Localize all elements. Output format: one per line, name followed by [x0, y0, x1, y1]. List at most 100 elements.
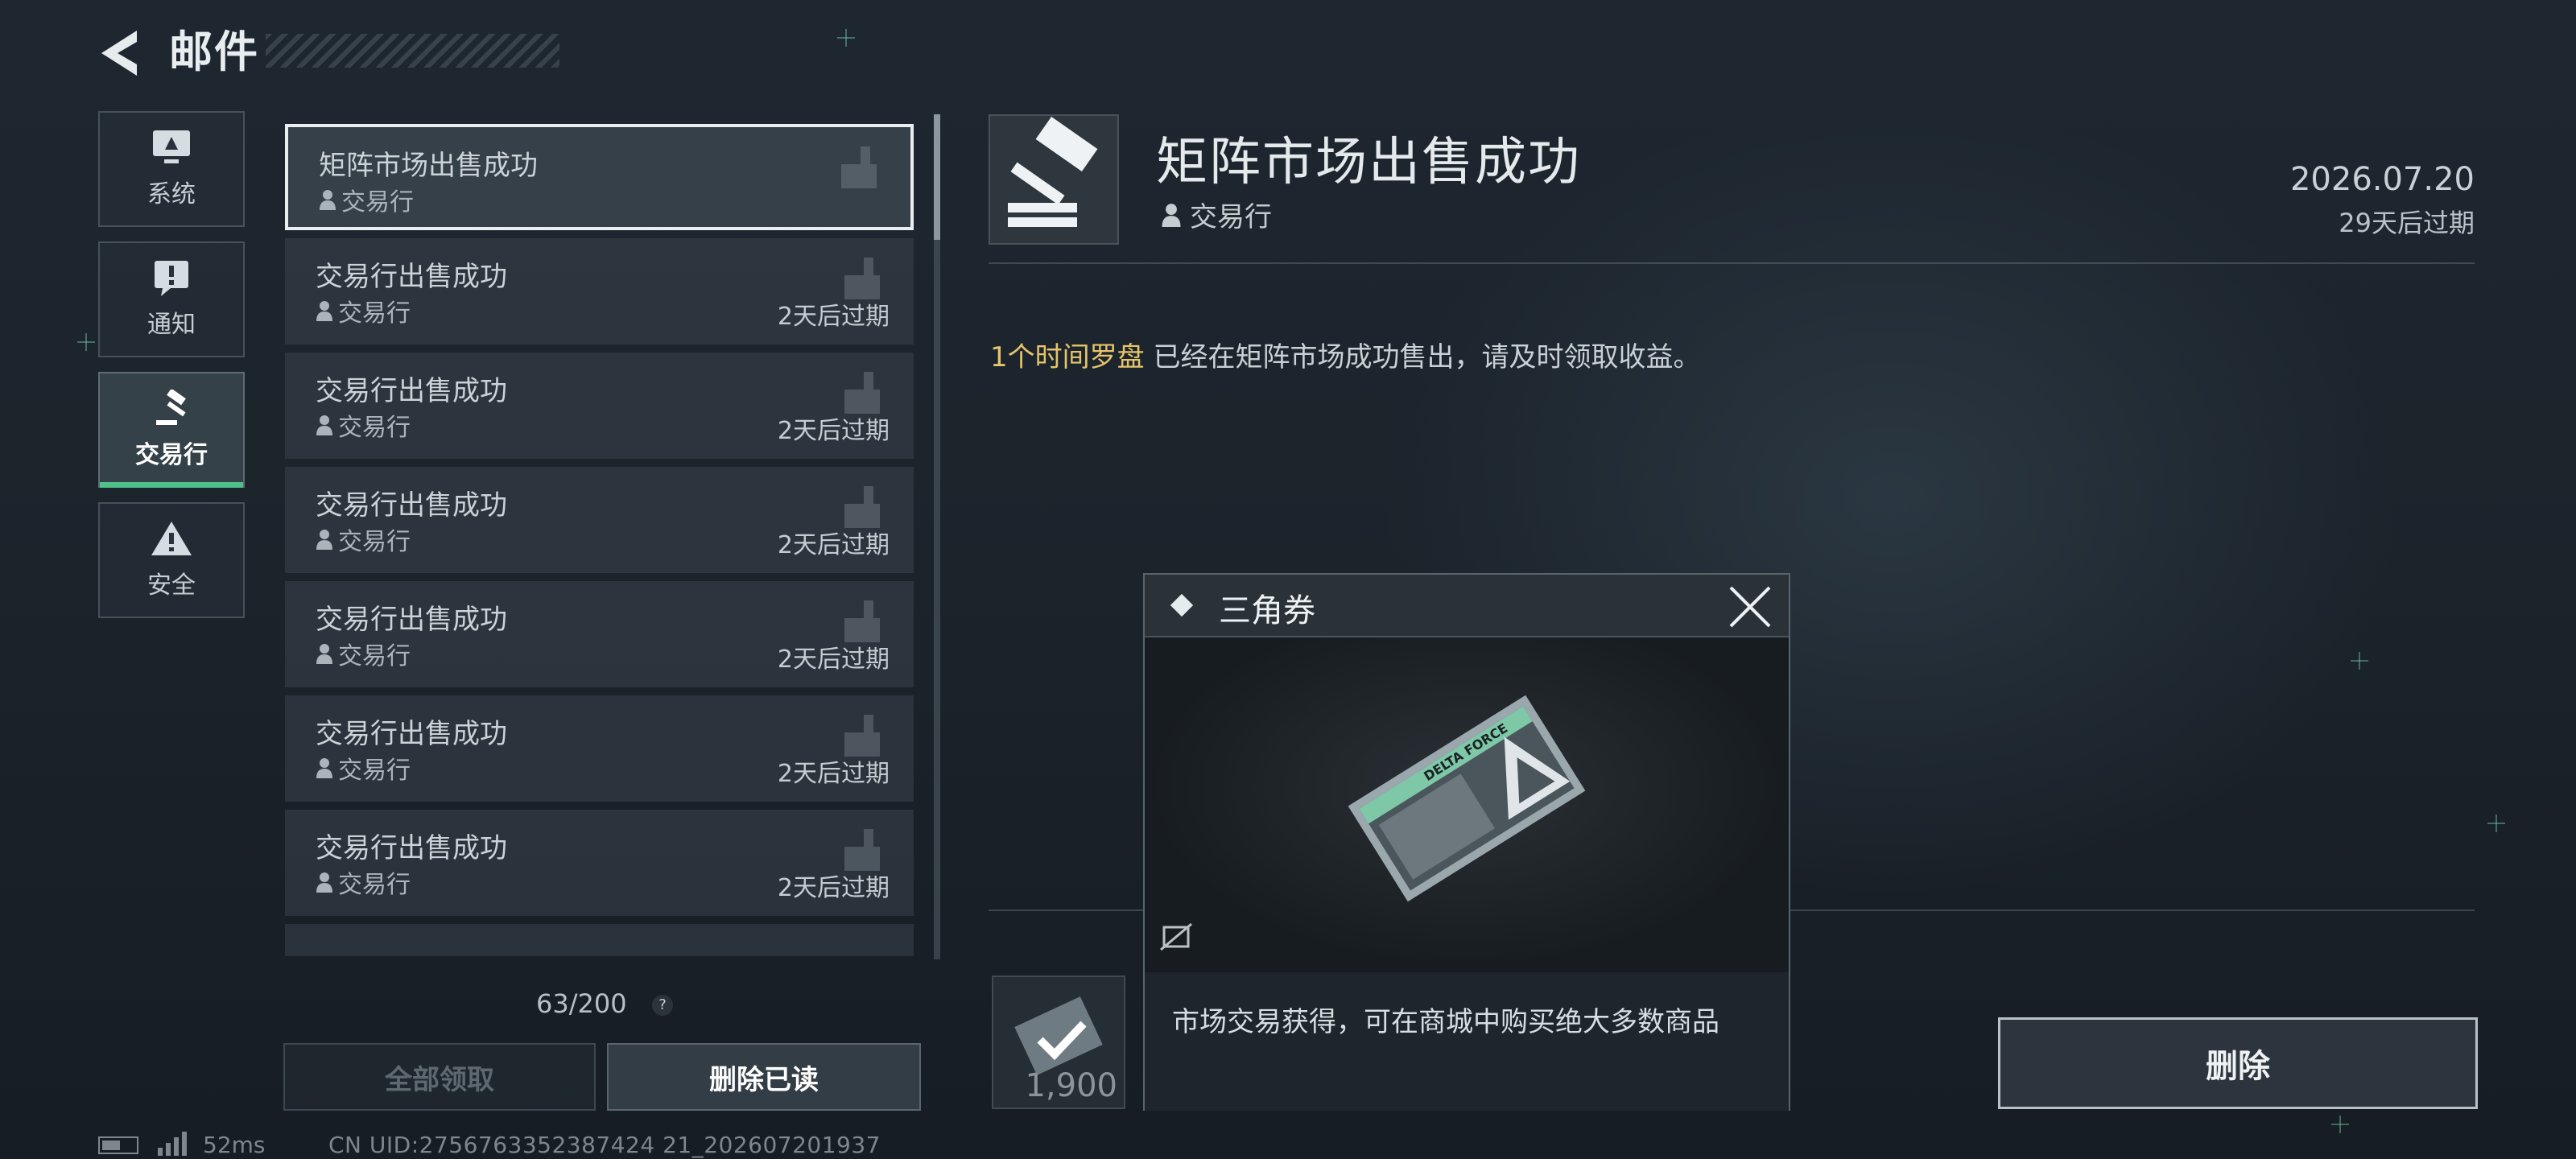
- exclamation-icon: [155, 261, 188, 296]
- mail-title: 交易行出售成功: [316, 375, 507, 407]
- title-stripe: [266, 34, 559, 68]
- category-label: 交易行: [135, 441, 208, 469]
- user-icon: [1162, 203, 1181, 227]
- ping-text: 52ms: [203, 1132, 266, 1158]
- delete-read-button[interactable]: 删除已读: [607, 1043, 921, 1111]
- mail-title: 交易行出售成功: [316, 489, 507, 522]
- category-label: 安全: [147, 571, 196, 600]
- shop-icon: [844, 829, 880, 871]
- detail-gavel-icon: [989, 114, 1119, 245]
- popup-title: 三角券: [1219, 592, 1315, 629]
- decor-cross: [2331, 1116, 2349, 1133]
- mail-item[interactable]: 交易行出售成功 交易行 2天后过期: [285, 467, 914, 573]
- detail-date: 2026.07.20: [2289, 161, 2475, 198]
- mail-title: 矩阵市场出售成功: [319, 150, 538, 182]
- user-icon: [320, 190, 336, 210]
- uid-text: CN UID:2756763352387424 21_202607201937: [328, 1132, 881, 1158]
- message-text: 已经在矩阵市场成功售出，请及时领取收益。: [1144, 341, 1701, 373]
- mail-sender: 交易行: [316, 636, 411, 671]
- mail-sender-name: 交易行: [338, 871, 411, 899]
- claim-all-button[interactable]: 全部领取: [283, 1043, 596, 1111]
- delete-button[interactable]: 删除: [1998, 1017, 2478, 1109]
- mail-expire: 2天后过期: [777, 760, 890, 788]
- mail-sender: 交易行: [316, 293, 411, 328]
- mail-sender-name: 交易行: [338, 757, 411, 785]
- mail-expire: 2天后过期: [777, 645, 890, 674]
- shop-icon: [844, 258, 880, 299]
- list-scroll-thumb[interactable]: [934, 114, 940, 240]
- divider: [989, 262, 2475, 264]
- mail-item[interactable]: 交易行出售成功 交易行 2天后过期: [285, 810, 914, 916]
- mail-expire: 2天后过期: [777, 531, 890, 559]
- mail-expire: 2天后过期: [777, 417, 890, 445]
- monitor-icon: [153, 130, 190, 163]
- item-popup: 三角券 DELTA FORCE 市场交易获得，可在商城中购买绝大多数商品: [1143, 573, 1790, 1111]
- popup-header: 三角券: [1145, 575, 1789, 637]
- attachment-qty: 1,900: [1025, 1067, 1117, 1104]
- diamond-icon: [1170, 593, 1194, 617]
- mail-sender-name: 交易行: [338, 414, 411, 442]
- mail-item[interactable]: 交易行出售成功 交易行 2天后过期: [285, 695, 914, 802]
- mail-title: 交易行出售成功: [316, 718, 507, 750]
- attachment-slot[interactable]: 1,900: [992, 975, 1125, 1109]
- category-label: 系统: [147, 180, 196, 208]
- decor-cross: [2351, 652, 2368, 670]
- mail-item[interactable]: 交易行出售成功 交易行 2天后过期: [285, 581, 914, 687]
- shop-icon: [844, 600, 880, 642]
- mail-item-partial[interactable]: [285, 924, 914, 956]
- shop-icon: [841, 146, 877, 188]
- mail-sender-name: 交易行: [338, 299, 411, 328]
- shop-icon: [844, 715, 880, 757]
- warning-icon: [151, 522, 192, 555]
- message-highlight: 1个时间罗盘: [990, 341, 1145, 373]
- mail-item[interactable]: 交易行出售成功 交易行 2天后过期: [285, 353, 914, 459]
- category-tab-security[interactable]: 安全: [98, 502, 245, 618]
- category-tab-notice[interactable]: 通知: [98, 241, 245, 357]
- shop-icon: [844, 372, 880, 414]
- mail-item-selected[interactable]: 矩阵市场出售成功 交易行: [285, 124, 914, 230]
- user-icon: [316, 301, 332, 321]
- battery-icon: [98, 1136, 138, 1154]
- user-icon: [316, 530, 332, 550]
- user-icon: [316, 415, 332, 435]
- chevron-left-icon[interactable]: [95, 27, 151, 79]
- mail-expire: 2天后过期: [777, 303, 890, 331]
- decor-cross: [2487, 815, 2505, 832]
- list-scrollbar[interactable]: [934, 114, 940, 959]
- detail-expire: 29天后过期: [2339, 208, 2475, 238]
- decor-cross: [77, 333, 95, 351]
- page-title: 邮件: [169, 27, 259, 77]
- detail-title: 矩阵市场出售成功: [1156, 133, 1581, 192]
- mail-sender: 交易行: [316, 750, 411, 786]
- mail-sender-name: 交易行: [338, 528, 411, 556]
- mail-title: 交易行出售成功: [316, 261, 507, 293]
- mail-count: 63/200: [536, 988, 627, 1019]
- close-icon[interactable]: [1728, 584, 1773, 629]
- category-label: 通知: [147, 311, 196, 339]
- mail-sender: 交易行: [316, 864, 411, 900]
- active-indicator: [100, 482, 243, 488]
- mail-sender: 交易行: [316, 522, 411, 557]
- mail-expire: 2天后过期: [777, 874, 890, 902]
- help-icon[interactable]: ?: [652, 995, 673, 1016]
- gavel-icon: [156, 390, 186, 425]
- mail-sender-name: 交易行: [341, 188, 414, 217]
- mail-sender-name: 交易行: [338, 642, 411, 670]
- category-tab-exchange[interactable]: 交易行: [98, 372, 245, 488]
- mail-title: 交易行出售成功: [316, 832, 507, 864]
- mail-message: 1个时间罗盘 已经在矩阵市场成功售出，请及时领取收益。: [990, 335, 1700, 374]
- user-icon: [316, 644, 332, 664]
- signal-icon: [158, 1132, 187, 1156]
- category-tab-system[interactable]: 系统: [98, 111, 245, 227]
- mail-sender: 交易行: [319, 182, 414, 217]
- user-icon: [316, 758, 332, 778]
- detail-sender: 交易行: [1161, 195, 1272, 234]
- popup-description: 市场交易获得，可在商城中购买绝大多数商品: [1145, 972, 1789, 1111]
- mail-sender: 交易行: [316, 407, 411, 443]
- mail-title: 交易行出售成功: [316, 604, 507, 636]
- user-icon: [316, 872, 332, 893]
- popup-item-image: DELTA FORCE: [1145, 637, 1789, 969]
- detail-sender-name: 交易行: [1190, 201, 1272, 233]
- shop-icon: [844, 486, 880, 528]
- mail-item[interactable]: 交易行出售成功 交易行 2天后过期: [285, 238, 914, 344]
